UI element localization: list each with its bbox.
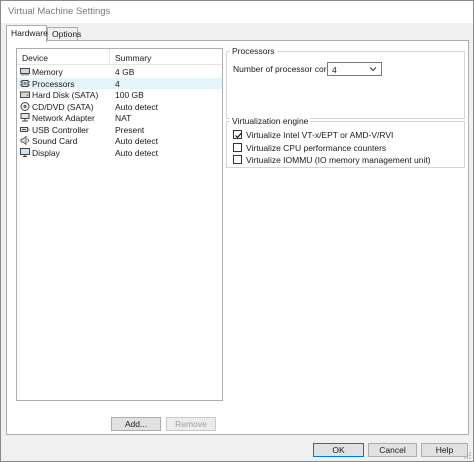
column-header-summary[interactable]: Summary [115,53,151,63]
device-name: Network Adapter [32,113,95,123]
chevron-down-icon [369,65,377,73]
virtualize-vtx-option[interactable]: Virtualize Intel VT-x/EPT or AMD-V/RVI [233,129,453,140]
display-icon [20,147,30,157]
virtualize-vtx-checkbox[interactable] [233,130,242,139]
virtualize-perf-counters-option[interactable]: Virtualize CPU performance counters [233,142,453,153]
help-button[interactable]: Help [421,443,468,457]
virtualization-engine-label: Virtualization engine [230,116,311,126]
device-summary: NAT [115,113,132,123]
hardware-tab-panel: Device Summary Memory 4 GB Processors 4 [6,40,469,435]
cancel-button[interactable]: Cancel [368,443,417,457]
resize-grip-icon[interactable] [463,451,471,459]
virtual-machine-settings-window: Virtual Machine Settings Hardware Option… [0,0,474,462]
processors-group-label: Processors [230,46,277,56]
virtualize-iommu-checkbox[interactable] [233,155,242,164]
device-row-display[interactable]: Display Auto detect [17,147,222,159]
network-adapter-icon [20,113,30,122]
sound-card-icon [20,135,30,146]
title-bar: Virtual Machine Settings [1,1,473,23]
device-row-cd-dvd[interactable]: CD/DVD (SATA) Auto detect [17,101,222,113]
device-list-header: Device Summary [17,49,222,65]
device-summary: 4 [115,78,120,89]
device-summary: 100 GB [115,90,144,100]
device-summary: Present [115,124,145,135]
processor-icon [20,79,30,88]
virtualize-perf-counters-checkbox[interactable] [233,143,242,152]
device-name: Display [32,147,60,158]
device-summary: Auto detect [115,147,159,158]
processor-cores-select[interactable]: 4 [327,62,382,76]
virtualization-engine-group: Virtualization engine Virtualize Intel V… [226,116,465,168]
device-row-usb-controller[interactable]: USB Controller Present [17,124,222,136]
device-name: CD/DVD (SATA) [32,101,94,112]
column-header-device[interactable]: Device [22,53,48,63]
virtualize-iommu-option[interactable]: Virtualize IOMMU (IO memory management u… [233,154,458,165]
device-row-network-adapter[interactable]: Network Adapter NAT [17,112,222,124]
hard-disk-icon [20,90,30,99]
device-name: Processors [32,78,75,89]
device-summary: 4 GB [115,67,135,77]
device-name: Hard Disk (SATA) [32,90,99,100]
virtualize-vtx-label: Virtualize Intel VT-x/EPT or AMD-V/RVI [246,130,394,140]
column-divider[interactable] [109,49,110,64]
memory-icon [20,67,30,76]
processor-cores-value: 4 [332,65,337,75]
virtualize-iommu-label: Virtualize IOMMU (IO memory management u… [246,155,431,165]
device-row-hard-disk[interactable]: Hard Disk (SATA) 100 GB [17,89,222,101]
tab-hardware[interactable]: Hardware [6,25,48,42]
add-device-button[interactable]: Add... [111,417,161,431]
device-row-processors[interactable]: Processors 4 [17,77,222,89]
tab-hardware-label: Hardware [11,28,48,38]
device-row-sound-card[interactable]: Sound Card Auto detect [17,135,222,147]
remove-device-button[interactable]: Remove [166,417,216,431]
device-list: Device Summary Memory 4 GB Processors 4 [16,48,223,401]
device-summary: Auto detect [115,101,159,112]
device-row-memory[interactable]: Memory 4 GB [17,66,222,78]
processors-group: Processors Number of processor cores: 4 [226,46,465,119]
virtualize-perf-counters-label: Virtualize CPU performance counters [246,143,387,153]
device-name: Memory [32,67,63,77]
device-summary: Auto detect [115,136,159,146]
device-name: USB Controller [32,124,89,135]
cd-dvd-icon [20,101,30,111]
ok-button[interactable]: OK [313,443,364,457]
usb-icon [20,125,30,134]
processor-cores-label: Number of processor cores: [233,64,338,74]
window-title: Virtual Machine Settings [8,6,111,17]
device-name: Sound Card [32,136,78,146]
tab-options-label: Options [52,29,82,39]
tab-options[interactable]: Options [47,27,82,41]
dialog-button-bar: OK Cancel Help [1,438,473,461]
